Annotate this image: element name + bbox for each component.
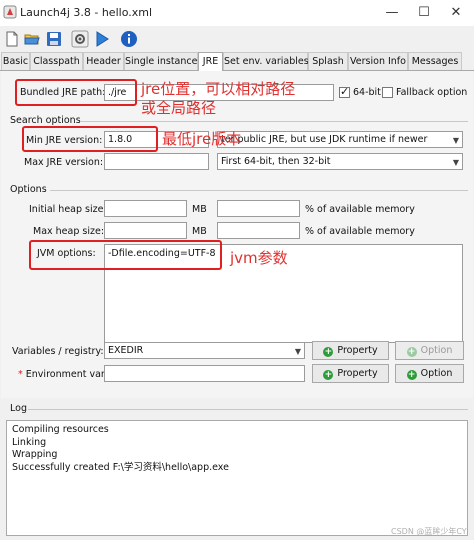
env-property-button[interactable]: + Property	[312, 364, 389, 383]
env-property-label: Property	[337, 368, 378, 379]
search-options-divider	[80, 121, 468, 122]
initial-heap-percent-input[interactable]	[217, 200, 300, 217]
chevron-down-icon: ▼	[452, 136, 459, 145]
max-jre-version-label: Max JRE version:	[24, 157, 104, 168]
fallback-checkbox[interactable]	[382, 87, 393, 98]
max-heap-percent-input[interactable]	[217, 222, 300, 239]
bundled-jre-highlight-box	[15, 79, 137, 106]
plus-icon: +	[406, 370, 417, 380]
log-divider	[28, 409, 468, 410]
add-option-label-disabled: Option	[420, 345, 453, 356]
log-output[interactable]: Compiling resources Linking Wrapping Suc…	[6, 420, 468, 536]
open-folder-icon[interactable]	[23, 30, 41, 48]
chevron-down-icon: ▼	[294, 347, 301, 356]
variables-registry-label: Variables / registry:	[12, 346, 104, 357]
tab-bar: Basic Classpath Header Single instance J…	[0, 52, 474, 72]
tab-header[interactable]: Header	[83, 52, 124, 70]
add-option-button-disabled[interactable]: + Option	[395, 341, 464, 360]
fallback-option-label: Fallback option	[396, 87, 468, 98]
environment-var-input[interactable]	[104, 365, 305, 382]
bit64-checkbox[interactable]	[339, 85, 350, 98]
csdn-watermark: CSDN @蓝眸少年CY	[391, 527, 467, 536]
initial-heap-size-input[interactable]	[104, 200, 187, 217]
log-section-label: Log	[10, 403, 27, 414]
options-divider	[50, 190, 468, 191]
env-option-label: Option	[420, 368, 453, 379]
max-heap-size-input[interactable]	[104, 222, 187, 239]
save-icon[interactable]	[45, 30, 63, 48]
jre-path-note-line2: 或全局路径	[141, 99, 217, 117]
launch4j-app-icon	[3, 5, 17, 19]
tab-splash[interactable]: Splash	[308, 52, 348, 70]
max-heap-percent-label: % of available memory	[305, 226, 415, 237]
variables-registry-value: EXEDIR	[108, 345, 144, 356]
plus-icon: +	[323, 347, 334, 357]
tab-classpath[interactable]: Classpath	[30, 52, 83, 70]
initial-heap-percent-label: % of available memory	[305, 204, 415, 215]
tab-single-instance[interactable]: Single instance	[124, 52, 198, 70]
env-option-button[interactable]: + Option	[395, 364, 464, 383]
max-jre-version-input[interactable]	[104, 153, 209, 170]
min-jre-highlight-box	[22, 126, 158, 152]
initial-heap-mb-label: MB	[192, 204, 207, 215]
architecture-select[interactable]: First 64-bit, then 32-bit ▼	[217, 153, 463, 170]
architecture-value: First 64-bit, then 32-bit	[221, 156, 331, 167]
maximize-icon[interactable]: ☐	[412, 2, 436, 24]
add-property-label: Property	[337, 345, 378, 356]
jvm-options-highlight-box	[29, 240, 222, 270]
tab-version-info[interactable]: Version Info	[348, 52, 408, 70]
jre-preference-value: ter public JRE, but use JDK runtime if n…	[221, 134, 428, 145]
options-section-label: Options	[10, 184, 47, 195]
variables-registry-select[interactable]: EXEDIR ▼	[104, 342, 305, 359]
tab-basic[interactable]: Basic	[1, 52, 30, 70]
close-icon[interactable]: ✕	[444, 2, 468, 24]
build-gear-icon[interactable]	[71, 30, 89, 48]
title-bar: Launch4j 3.8 - hello.xml — ☐ ✕	[0, 0, 474, 26]
environment-var-text: Environment var:	[25, 369, 108, 380]
max-heap-mb-label: MB	[192, 226, 207, 237]
new-file-icon[interactable]	[3, 30, 21, 48]
plus-icon: +	[323, 370, 334, 380]
jre-preference-select[interactable]: ter public JRE, but use JDK runtime if n…	[217, 131, 463, 148]
run-play-icon[interactable]	[93, 30, 111, 48]
environment-var-label: * Environment var:	[18, 369, 108, 380]
chevron-down-icon: ▼	[452, 158, 459, 167]
tab-set-env-variables[interactable]: Set env. variables	[223, 52, 309, 70]
tab-jre[interactable]: JRE	[198, 52, 223, 72]
window-title: Launch4j 3.8 - hello.xml	[20, 6, 153, 19]
initial-heap-size-label: Initial heap size:	[29, 204, 107, 215]
min-jre-note: 最低jre版本	[162, 130, 242, 148]
tab-messages[interactable]: Messages	[408, 52, 462, 70]
bit64-label: 64-bit	[353, 87, 381, 98]
info-icon[interactable]	[120, 30, 138, 48]
minimize-icon[interactable]: —	[380, 2, 404, 24]
jvm-options-note: jvm参数	[230, 249, 288, 267]
max-heap-size-label: Max heap size:	[33, 226, 105, 237]
jre-path-note-line1: jre位置，可以相对路径	[141, 80, 296, 98]
add-property-button[interactable]: + Property	[312, 341, 389, 360]
plus-icon: +	[406, 347, 417, 357]
search-options-section-label: Search options	[10, 115, 81, 126]
